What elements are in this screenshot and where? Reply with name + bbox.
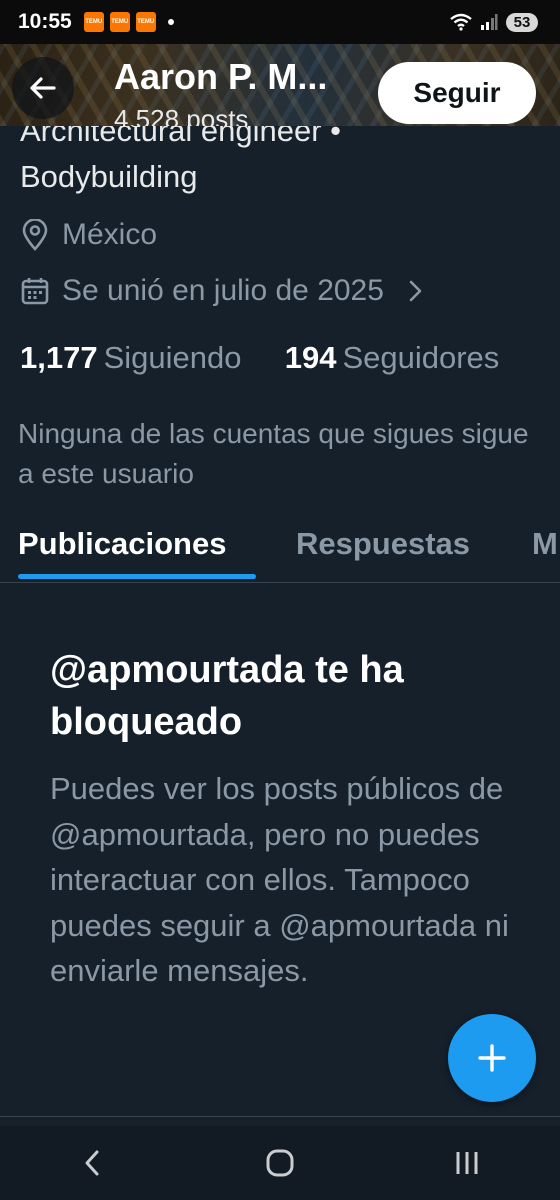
nav-home-icon bbox=[266, 1149, 294, 1177]
status-bar: 10:55 TEMU TEMU TEMU 53 bbox=[0, 0, 560, 44]
followers-you-know-note: Ninguna de las cuentas que sigues sigue … bbox=[18, 418, 529, 489]
back-button[interactable] bbox=[12, 57, 74, 119]
wifi-icon bbox=[450, 13, 472, 31]
joined-text: Se unió en julio de 2025 bbox=[62, 274, 384, 307]
location-text: México bbox=[62, 218, 158, 251]
header-post-count: 4,528 posts bbox=[114, 104, 249, 126]
plus-icon bbox=[478, 1044, 506, 1072]
following-link[interactable]: 1,177 Siguiendo bbox=[20, 340, 241, 375]
blocked-description: Puedes ver los posts públicos de @apmour… bbox=[50, 771, 509, 988]
nav-back-icon bbox=[85, 1150, 99, 1176]
temu-notification-icon: TEMU bbox=[109, 12, 130, 32]
follow-button[interactable]: Seguir bbox=[378, 62, 536, 124]
temu-notification-icon: TEMU bbox=[135, 12, 156, 32]
bio-line-2: Bodybuilding bbox=[20, 159, 198, 194]
followers-label: Seguidores bbox=[342, 340, 500, 375]
calendar-icon bbox=[21, 278, 49, 305]
signal-icon bbox=[481, 14, 498, 30]
location-icon bbox=[22, 219, 48, 251]
profile-location: México bbox=[20, 218, 157, 252]
status-right: 53 bbox=[450, 12, 538, 32]
bottom-divider bbox=[0, 1116, 560, 1117]
nav-back-button[interactable] bbox=[63, 1133, 123, 1193]
back-arrow-icon bbox=[30, 77, 56, 99]
tab-respuestas[interactable]: Respuestas bbox=[296, 526, 470, 562]
more-notifications-dot-icon bbox=[167, 19, 174, 25]
followers-link[interactable]: 194 Seguidores bbox=[285, 340, 500, 375]
temu-notification-icon: TEMU bbox=[83, 12, 104, 32]
following-count: 1,177 bbox=[20, 340, 98, 375]
tab-more-partial[interactable]: M bbox=[532, 526, 558, 562]
followers-count: 194 bbox=[284, 340, 337, 375]
battery-indicator: 53 bbox=[506, 12, 538, 32]
follow-stats: 1,177 Siguiendo 194 Seguidores bbox=[20, 340, 499, 376]
compose-post-button[interactable] bbox=[448, 1014, 536, 1102]
following-label: Siguiendo bbox=[103, 340, 242, 375]
active-tab-indicator bbox=[18, 574, 256, 579]
status-left: 10:55 TEMU TEMU TEMU bbox=[18, 10, 174, 34]
system-navigation-bar bbox=[0, 1126, 560, 1200]
status-time: 10:55 bbox=[18, 10, 72, 33]
nav-recents-button[interactable] bbox=[437, 1133, 497, 1193]
profile-joined-date[interactable]: Se unió en julio de 2025 bbox=[20, 274, 440, 308]
header-profile-name: Aaron P. M... bbox=[114, 56, 328, 97]
nav-home-button[interactable] bbox=[250, 1133, 310, 1193]
profile-header-banner: Aaron P. M... 4,528 posts Seguir bbox=[0, 40, 560, 126]
chevron-right-icon bbox=[409, 280, 422, 302]
nav-recents-icon bbox=[456, 1152, 478, 1174]
tab-publicaciones[interactable]: Publicaciones bbox=[18, 526, 226, 562]
blocked-title: @apmourtada te ha bloqueado bbox=[50, 649, 404, 743]
